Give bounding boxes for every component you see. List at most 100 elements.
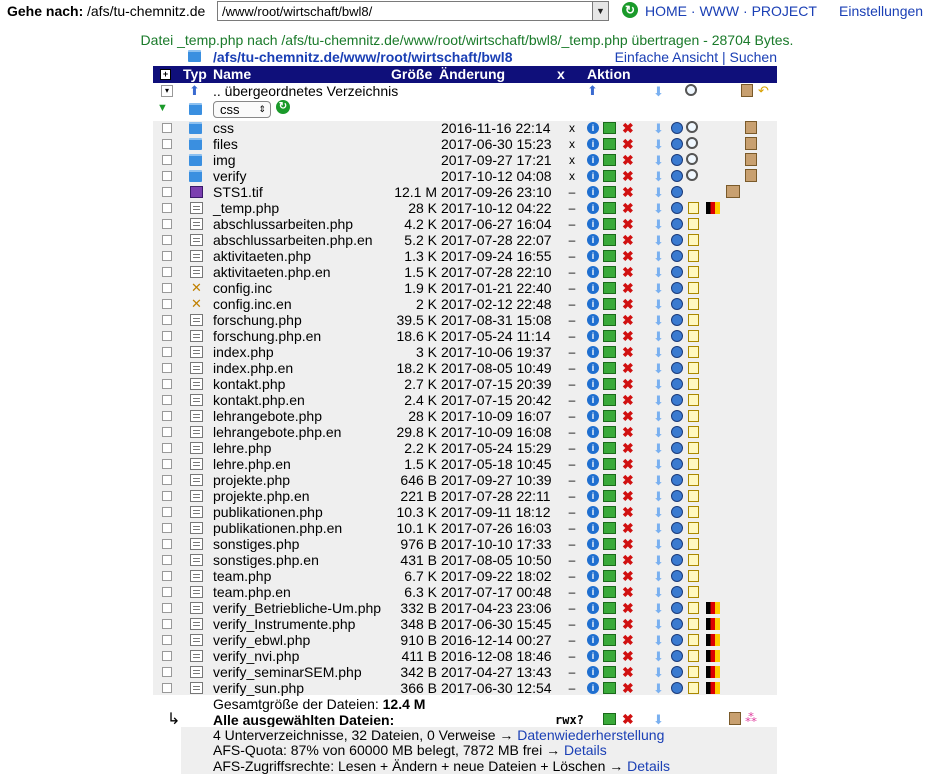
delete-icon[interactable]: ✖ xyxy=(622,344,634,360)
edit-icon[interactable] xyxy=(688,666,699,678)
copy-icon[interactable] xyxy=(603,650,616,662)
copy-icon[interactable] xyxy=(603,170,616,182)
file-row[interactable]: verify_ebwl.php 910 B 2016-12-14 00:27 – i ✖ ⬇ xyxy=(153,632,777,648)
delete-icon[interactable]: ✖ xyxy=(622,648,634,664)
view-icon[interactable] xyxy=(671,602,683,614)
row-checkbox[interactable] xyxy=(162,475,172,485)
row-checkbox[interactable] xyxy=(162,587,172,597)
file-row[interactable]: files 2017-06-30 15:23 x i ✖ ⬇ xyxy=(153,136,777,152)
copy-icon[interactable] xyxy=(603,378,616,390)
delete-icon[interactable]: ✖ xyxy=(622,200,634,216)
row-checkbox[interactable] xyxy=(162,363,172,373)
config-file-icon[interactable]: ✕ xyxy=(190,297,203,310)
collapse-icon[interactable]: ▾ xyxy=(161,85,173,97)
download-icon[interactable]: ⬇ xyxy=(653,329,664,345)
download-icon[interactable]: ⬇ xyxy=(653,121,664,137)
row-checkbox[interactable] xyxy=(162,251,172,261)
copy-icon[interactable] xyxy=(603,618,616,630)
reload-icon[interactable]: ↻ xyxy=(276,100,290,114)
info-icon[interactable]: i xyxy=(587,474,599,486)
download-icon[interactable]: ⬇ xyxy=(653,473,664,489)
file-name[interactable]: sonstiges.php xyxy=(213,536,299,552)
download-icon[interactable]: ⬇ xyxy=(653,441,664,457)
info-icon[interactable]: i xyxy=(587,394,599,406)
edit-icon[interactable] xyxy=(688,554,699,566)
copy-icon[interactable] xyxy=(603,122,616,134)
edit-icon[interactable] xyxy=(688,266,699,278)
flag-de-icon[interactable] xyxy=(706,634,720,646)
copy-icon[interactable] xyxy=(603,362,616,374)
file-row[interactable]: sonstiges.php.en 431 B 2017-08-05 10:50 – i ✖… xyxy=(153,552,777,568)
download-icon[interactable]: ⬇ xyxy=(653,409,664,425)
info-icon[interactable]: i xyxy=(587,554,599,566)
row-checkbox[interactable] xyxy=(162,603,172,613)
folder-icon[interactable] xyxy=(189,122,202,134)
delete-icon[interactable]: ✖ xyxy=(622,440,634,456)
file-row[interactable]: ✕ config.inc.en 2 K 2017-02-12 22:48 – i ✖ ⬇ xyxy=(153,296,777,312)
copy-icon[interactable] xyxy=(603,570,616,582)
view-icon[interactable] xyxy=(671,218,683,230)
text-file-icon[interactable] xyxy=(190,554,203,566)
delete-icon[interactable]: ✖ xyxy=(622,248,634,264)
folder-icon[interactable] xyxy=(189,170,202,182)
download-icon[interactable]: ⬇ xyxy=(653,569,664,585)
text-file-icon[interactable] xyxy=(190,266,203,278)
file-row[interactable]: team.php 6.7 K 2017-09-22 18:02 – i ✖ ⬇ xyxy=(153,568,777,584)
new-file-icon[interactable] xyxy=(745,121,757,134)
row-checkbox[interactable] xyxy=(162,187,172,197)
info-icon[interactable]: i xyxy=(587,458,599,470)
delete-icon[interactable]: ✖ xyxy=(622,120,634,136)
edit-icon[interactable] xyxy=(688,394,699,406)
file-name[interactable]: forschung.php.en xyxy=(213,328,321,344)
text-file-icon[interactable] xyxy=(190,618,203,630)
file-row[interactable]: _temp.php 28 K 2017-10-12 04:22 – i ✖ ⬇ xyxy=(153,200,777,216)
info-icon[interactable]: i xyxy=(587,202,599,214)
up-arrow-icon[interactable]: ⬆ xyxy=(189,83,200,99)
edit-icon[interactable] xyxy=(688,682,699,694)
copy-icon[interactable] xyxy=(603,346,616,358)
edit-icon[interactable] xyxy=(688,634,699,646)
file-row[interactable]: abschlussarbeiten.php.en 5.2 K 2017-07-28 … xyxy=(153,232,777,248)
row-checkbox[interactable] xyxy=(162,155,172,165)
download-icon[interactable]: ⬇ xyxy=(653,521,664,537)
text-file-icon[interactable] xyxy=(190,314,203,326)
info-icon[interactable]: i xyxy=(587,346,599,358)
edit-icon[interactable] xyxy=(688,490,699,502)
edit-icon[interactable] xyxy=(688,538,699,550)
copy-icon[interactable] xyxy=(603,426,616,438)
info-icon[interactable]: i xyxy=(587,186,599,198)
text-file-icon[interactable] xyxy=(190,634,203,646)
info-icon[interactable]: i xyxy=(587,602,599,614)
edit-icon[interactable] xyxy=(688,202,699,214)
download-icon[interactable]: ⬇ xyxy=(653,505,664,521)
row-checkbox[interactable] xyxy=(162,491,172,501)
download-icon[interactable]: ⬇ xyxy=(653,601,664,617)
view-icon[interactable] xyxy=(671,362,683,374)
file-name[interactable]: verify_Betriebliche-Um.php xyxy=(213,600,381,616)
dropdown-arrow-icon[interactable]: ▼ xyxy=(592,2,608,20)
file-row[interactable]: abschlussarbeiten.php 4.2 K 2017-06-27 16:… xyxy=(153,216,777,232)
copy-icon[interactable] xyxy=(603,442,616,454)
file-name[interactable]: team.php xyxy=(213,568,271,584)
row-checkbox[interactable] xyxy=(162,347,172,357)
text-file-icon[interactable] xyxy=(190,586,203,598)
copy-icon[interactable] xyxy=(603,538,616,550)
file-name[interactable]: config.inc xyxy=(213,280,272,296)
file-name[interactable]: projekte.php.en xyxy=(213,488,310,504)
download-icon[interactable]: ⬇ xyxy=(653,537,664,553)
up-arrow-icon[interactable]: ⬆ xyxy=(587,83,598,99)
text-file-icon[interactable] xyxy=(190,506,203,518)
file-row[interactable]: forschung.php.en 18.6 K 2017-05-24 11:14 – i… xyxy=(153,328,777,344)
file-row[interactable]: publikationen.php 10.3 K 2017-09-11 18:12 –… xyxy=(153,504,777,520)
view-icon[interactable] xyxy=(671,266,683,278)
view-icon[interactable] xyxy=(671,666,683,678)
copy-icon[interactable] xyxy=(603,282,616,294)
delete-icon[interactable]: ✖ xyxy=(622,408,634,424)
edit-icon[interactable] xyxy=(688,442,699,454)
copy-icon[interactable] xyxy=(603,330,616,342)
file-name[interactable]: files xyxy=(213,136,238,152)
download-icon[interactable]: ⬇ xyxy=(653,233,664,249)
header-size[interactable]: Größe xyxy=(391,66,432,83)
download-icon[interactable]: ⬇ xyxy=(653,281,664,297)
select-all-icon[interactable]: + xyxy=(160,69,171,80)
